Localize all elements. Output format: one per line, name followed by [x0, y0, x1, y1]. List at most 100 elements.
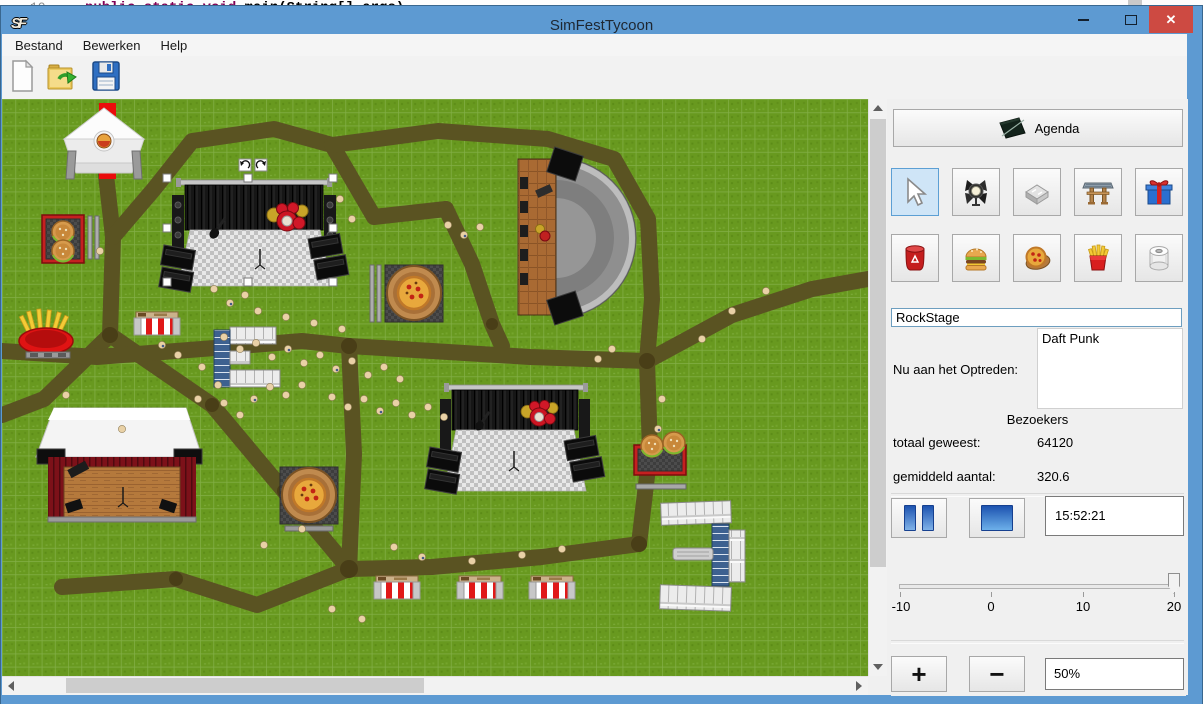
title-bar[interactable]: SF SimFestTycoon ✕	[1, 6, 1202, 33]
pause-button[interactable]	[891, 498, 947, 538]
scroll-right-button[interactable]	[850, 677, 867, 694]
vertical-scroll-thumb[interactable]	[870, 119, 886, 567]
tool-pizza-stand[interactable]	[1013, 234, 1061, 282]
scroll-right-icon	[856, 681, 862, 691]
scroll-down-button[interactable]	[869, 658, 886, 675]
zoom-out-button[interactable]: −	[969, 656, 1025, 692]
menu-bestand[interactable]: Bestand	[15, 38, 63, 53]
tool-spotlight[interactable]	[952, 168, 1000, 216]
tool-entrance-gate[interactable]	[1074, 168, 1122, 216]
save-file-icon	[90, 59, 122, 93]
map-object-burger-stand[interactable]	[42, 215, 99, 263]
maximize-icon	[1125, 15, 1137, 25]
slider-tick	[991, 592, 992, 597]
map-object-striped-stall-1[interactable]	[374, 576, 420, 599]
scroll-down-icon	[873, 664, 883, 670]
tool-gift-shop[interactable]	[1135, 168, 1183, 216]
tool-select-cursor[interactable]	[891, 168, 939, 216]
entrance-gate-icon	[1081, 175, 1115, 209]
minimize-button[interactable]	[1069, 6, 1097, 33]
slider-tick	[900, 592, 901, 597]
speed-slider-thumb[interactable]	[1168, 573, 1180, 594]
map-object-striped-stall-3[interactable]	[529, 576, 575, 599]
map-object-pizza-table-2[interactable]	[280, 467, 338, 531]
stop-icon	[981, 505, 1013, 531]
stage-name-input[interactable]	[891, 308, 1182, 327]
agenda-button[interactable]: Agenda	[893, 109, 1183, 147]
map-object-barn-stage[interactable]	[36, 408, 202, 522]
toilet-roll-icon	[1142, 241, 1176, 275]
visitors-total-value: 64120	[1037, 435, 1073, 450]
minimize-icon	[1078, 19, 1089, 21]
scroll-left-button[interactable]	[2, 677, 19, 694]
visitors-average-value: 320.6	[1037, 469, 1070, 484]
agenda-book-icon	[997, 116, 1027, 140]
map-object-pizza-table[interactable]	[370, 265, 443, 322]
pizza-icon	[1020, 241, 1054, 275]
scroll-up-button[interactable]	[869, 99, 886, 116]
path-tile-icon	[1020, 175, 1054, 209]
map-horizontal-scrollbar[interactable]	[2, 676, 868, 695]
rotate-left-handle[interactable]	[239, 159, 251, 171]
open-file-icon	[45, 59, 79, 93]
save-file-button[interactable]	[88, 58, 124, 94]
agenda-button-label: Agenda	[1035, 121, 1080, 136]
speed-slider-track[interactable]	[899, 584, 1178, 589]
new-file-icon	[6, 59, 38, 93]
burger-icon	[959, 241, 993, 275]
maximize-button[interactable]	[1117, 6, 1145, 33]
visitors-total-label: totaal geweest:	[893, 435, 980, 450]
minus-icon: −	[989, 664, 1004, 684]
new-file-button[interactable]	[4, 58, 40, 94]
client-area: Agenda	[2, 99, 1188, 695]
tool-fries-stand[interactable]	[1074, 234, 1122, 282]
screen: 10 public static void main(String[] args…	[0, 0, 1203, 704]
now-performing-list[interactable]: Daft Punk	[1037, 328, 1183, 409]
visitors-heading: Bezoekers	[891, 412, 1184, 427]
horizontal-scroll-thumb[interactable]	[66, 678, 424, 693]
cursor-icon	[898, 175, 932, 209]
spotlight-icon	[959, 175, 993, 209]
map-object-second-stage[interactable]	[423, 383, 605, 494]
stop-button[interactable]	[969, 498, 1025, 538]
trash-bin-icon	[898, 241, 932, 275]
app-window: SF SimFestTycoon ✕ Bestand Bewerken Help	[0, 5, 1203, 704]
tool-burger-stand[interactable]	[952, 234, 1000, 282]
close-icon: ✕	[1166, 12, 1177, 28]
clock-display: 15:52:21	[1045, 496, 1184, 536]
slider-tick	[1083, 592, 1084, 597]
slider-label-ten: 10	[1076, 599, 1090, 614]
fries-icon	[1081, 241, 1115, 275]
zoom-level-display: 50%	[1045, 658, 1184, 690]
now-performing-value: Daft Punk	[1042, 331, 1099, 346]
pause-icon	[922, 505, 934, 531]
slider-label-zero: 0	[987, 599, 994, 614]
scroll-up-icon	[873, 105, 883, 111]
visitors-average-label: gemiddeld aantal:	[893, 469, 996, 484]
menu-help[interactable]: Help	[161, 38, 188, 53]
map-vertical-scrollbar[interactable]	[868, 99, 887, 676]
tool-toilet[interactable]	[1135, 234, 1183, 282]
plus-icon: +	[911, 664, 926, 684]
tool-path-tile[interactable]	[1013, 168, 1061, 216]
close-button[interactable]: ✕	[1149, 6, 1193, 33]
map-object-ticket-stand[interactable]	[134, 312, 180, 335]
toolbar	[2, 56, 1187, 99]
menu-bewerken[interactable]: Bewerken	[83, 38, 141, 53]
rotate-right-handle[interactable]	[255, 159, 267, 171]
festival-map-canvas[interactable]	[2, 99, 868, 676]
pause-icon	[904, 505, 916, 531]
separator	[891, 640, 1184, 644]
open-file-button[interactable]	[44, 58, 80, 94]
stage-info-section: Daft Punk Nu aan het Optreden: Bezoekers…	[891, 328, 1184, 495]
now-performing-label: Nu aan het Optreden:	[893, 362, 1018, 377]
side-panel: Agenda	[891, 99, 1186, 696]
zoom-in-button[interactable]: +	[891, 656, 947, 692]
tool-trash-bin[interactable]	[891, 234, 939, 282]
slider-label-min: -10	[892, 599, 911, 614]
slider-label-max: 20	[1167, 599, 1181, 614]
scroll-left-icon	[8, 681, 14, 691]
slider-tick	[1174, 592, 1175, 597]
gift-icon	[1142, 175, 1176, 209]
map-object-striped-stall-2[interactable]	[457, 576, 503, 599]
